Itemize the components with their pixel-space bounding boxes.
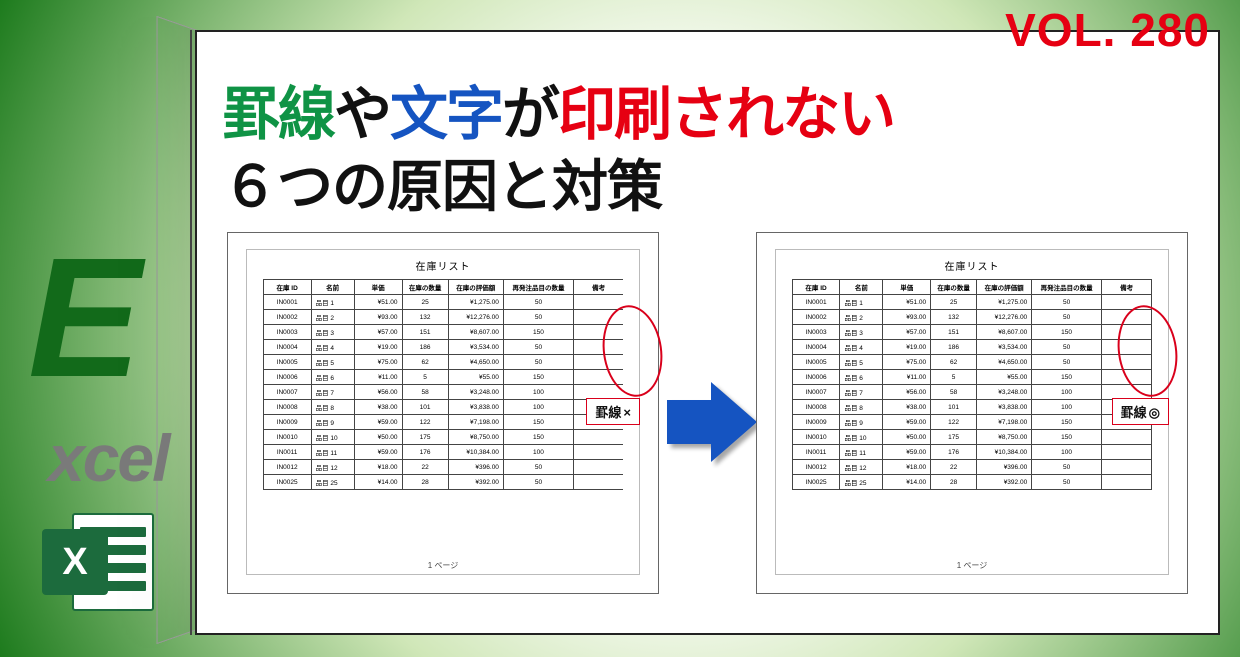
annotation-tag-right: 罫線◎ [1112, 398, 1169, 425]
table-row: IN0009品目 9¥59.00122¥7,198.00150 [792, 415, 1152, 430]
table-row: IN0002品目 2¥93.00132¥12,276.0050 [263, 310, 623, 325]
table-row: IN0001品目 1¥51.0025¥1,275.0050 [792, 295, 1152, 310]
headline-part-ruled-lines: 罫線 [222, 82, 334, 147]
table-header: 在庫の評価額 [448, 280, 503, 295]
table-row: IN0009品目 9¥59.00122¥7,198.00150 [263, 415, 623, 430]
table-row: IN0003品目 3¥57.00151¥8,607.00150 [792, 325, 1152, 340]
table-header: 在庫 ID [792, 280, 840, 295]
preview-footer: 1 ページ [247, 560, 639, 574]
headline: 罫線や文字が印刷されない [222, 67, 1193, 151]
excel-big-e: E [28, 220, 137, 416]
preview-title: 在庫リスト [247, 250, 639, 279]
preview-right-table: 在庫 ID名前単価在庫の数量在庫の評価額再発注品目の数量備考 IN0001品目 … [792, 279, 1153, 490]
table-row: IN0012品目 12¥18.0022¥396.0050 [792, 460, 1152, 475]
table-header: 再発注品目の数量 [503, 280, 573, 295]
table-row: IN0007品目 7¥56.0058¥3,248.00100 [263, 385, 623, 400]
table-header: 単価 [883, 280, 931, 295]
table-header: 名前 [311, 280, 354, 295]
table-row: IN0011品目 11¥59.00176¥10,384.00100 [263, 445, 623, 460]
volume-badge: VOL. 280 [1005, 3, 1210, 57]
table-row: IN0001品目 1¥51.0025¥1,275.0050 [263, 295, 623, 310]
annotation-tag-left: 罫線× [586, 398, 640, 425]
headline-part-text: 文字 [390, 82, 502, 147]
table-header: 単価 [354, 280, 402, 295]
preview-left-table: 在庫 ID名前単価在庫の数量在庫の評価額再発注品目の数量備考 IN0001品目 … [263, 279, 624, 490]
table-row: IN0004品目 4¥19.00186¥3,534.0050 [792, 340, 1152, 355]
preview-title: 在庫リスト [776, 250, 1168, 279]
arrow-right-icon [667, 382, 757, 462]
table-row: IN0006品目 6¥11.005¥55.00150 [792, 370, 1152, 385]
table-row: IN0003品目 3¥57.00151¥8,607.00150 [263, 325, 623, 340]
table-row: IN0012品目 12¥18.0022¥396.0050 [263, 460, 623, 475]
door-edge [190, 30, 192, 635]
table-row: IN0005品目 5¥75.0062¥4,650.0050 [263, 355, 623, 370]
preview-right: 在庫リスト 在庫 ID名前単価在庫の数量在庫の評価額再発注品目の数量備考 IN0… [756, 232, 1188, 594]
content-panel: 罫線や文字が印刷されない ６つの原因と対策 在庫リスト 在庫 ID名前単価在庫の… [195, 30, 1220, 635]
table-row: IN0025品目 25¥14.0028¥392.0050 [263, 475, 623, 490]
table-row: IN0010品目 10¥50.00175¥8,750.00150 [792, 430, 1152, 445]
table-header: 再発注品目の数量 [1032, 280, 1102, 295]
excel-small-xcel: xcel [48, 420, 168, 496]
table-header: 備考 [1102, 280, 1152, 295]
table-row: IN0002品目 2¥93.00132¥12,276.0050 [792, 310, 1152, 325]
table-header: 備考 [573, 280, 623, 295]
table-header: 在庫の評価額 [977, 280, 1032, 295]
preview-right-paper: 在庫リスト 在庫 ID名前単価在庫の数量在庫の評価額再発注品目の数量備考 IN0… [775, 249, 1169, 575]
table-row: IN0004品目 4¥19.00186¥3,534.0050 [263, 340, 623, 355]
preview-left-paper: 在庫リスト 在庫 ID名前単価在庫の数量在庫の評価額再発注品目の数量備考 IN0… [246, 249, 640, 575]
headline-part-not-printed: 印刷されない [558, 82, 894, 147]
excel-icon: X [42, 505, 162, 615]
table-header: 名前 [840, 280, 883, 295]
preview-left: 在庫リスト 在庫 ID名前単価在庫の数量在庫の評価額再発注品目の数量備考 IN0… [227, 232, 659, 594]
table-row: IN0007品目 7¥56.0058¥3,248.00100 [792, 385, 1152, 400]
table-row: IN0008品目 8¥38.00101¥3,838.00100 [792, 400, 1152, 415]
table-row: IN0006品目 6¥11.005¥55.00150 [263, 370, 623, 385]
table-row: IN0005品目 5¥75.0062¥4,650.0050 [792, 355, 1152, 370]
thumbnail-root: E xcel X 罫線や文字が印刷されない ６つの原因と対策 在庫リスト 在庫 … [0, 0, 1240, 657]
excel-icon-badge: X [42, 529, 108, 595]
table-header: 在庫の数量 [402, 280, 448, 295]
table-row: IN0010品目 10¥50.00175¥8,750.00150 [263, 430, 623, 445]
table-header: 在庫の数量 [931, 280, 977, 295]
table-row: IN0025品目 25¥14.0028¥392.0050 [792, 475, 1152, 490]
table-row: IN0008品目 8¥38.00101¥3,838.00100 [263, 400, 623, 415]
subheadline: ６つの原因と対策 [222, 142, 662, 223]
table-header: 在庫 ID [263, 280, 311, 295]
table-row: IN0011品目 11¥59.00176¥10,384.00100 [792, 445, 1152, 460]
preview-footer: 1 ページ [776, 560, 1168, 574]
